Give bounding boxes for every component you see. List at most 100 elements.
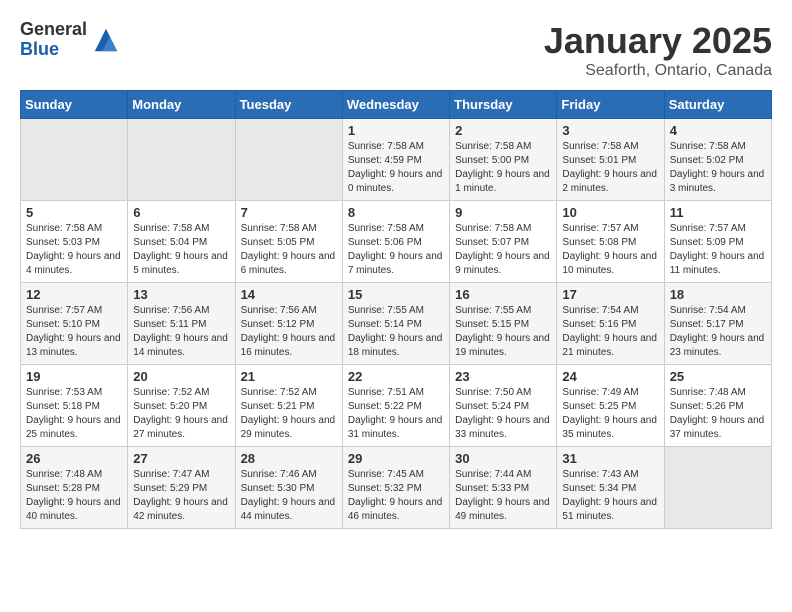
calendar-table: SundayMondayTuesdayWednesdayThursdayFrid… — [20, 90, 772, 529]
calendar-day: 8Sunrise: 7:58 AMSunset: 5:06 PMDaylight… — [342, 201, 449, 283]
calendar-subtitle: Seaforth, Ontario, Canada — [544, 62, 772, 80]
header-day: Thursday — [450, 91, 557, 119]
calendar-day: 13 Sunrise: 7:56 AMSunset: 5:11 PMDayligh… — [128, 283, 235, 365]
day-number: 2 — [455, 123, 551, 138]
day-number: 21 — [241, 369, 337, 384]
day-number: 13 — [133, 287, 229, 302]
calendar-day: 14 Sunrise: 7:56 AMSunset: 5:12 PMDayligh… — [235, 283, 342, 365]
calendar-day: 1 Sunrise: 7:58 AMSunset: 4:59 PMDaylight… — [342, 119, 449, 201]
calendar-day: 5Sunrise: 7:58 AMSunset: 5:03 PMDaylight… — [21, 201, 128, 283]
day-info: Sunrise: 7:57 AMSunset: 5:08 PMDaylight:… — [562, 222, 658, 278]
calendar-day: 11 Sunrise: 7:57 AMSunset: 5:09 PMDayligh… — [664, 201, 771, 283]
day-info: Sunrise: 7:58 AMSunset: 5:02 PMDaylight:… — [670, 140, 766, 196]
calendar-day: 15 Sunrise: 7:55 AMSunset: 5:14 PMDayligh… — [342, 283, 449, 365]
day-number: 23 — [455, 369, 551, 384]
calendar-day: 6 Sunrise: 7:58 AMSunset: 5:04 PMDaylight… — [128, 201, 235, 283]
day-number: 9 — [455, 205, 551, 220]
day-info: Sunrise: 7:53 AMSunset: 5:18 PMDaylight:… — [26, 386, 122, 442]
day-number: 29 — [348, 451, 444, 466]
day-info: Sunrise: 7:48 AMSunset: 5:26 PMDaylight:… — [670, 386, 766, 442]
day-info: Sunrise: 7:56 AMSunset: 5:11 PMDaylight:… — [133, 304, 229, 360]
calendar-day: 17 Sunrise: 7:54 AMSunset: 5:16 PMDayligh… — [557, 283, 664, 365]
calendar-day: 9Sunrise: 7:58 AMSunset: 5:07 PMDaylight… — [450, 201, 557, 283]
day-number: 4 — [670, 123, 766, 138]
day-number: 6 — [133, 205, 229, 220]
header-day: Saturday — [664, 91, 771, 119]
day-info: Sunrise: 7:52 AMSunset: 5:20 PMDaylight:… — [133, 386, 229, 442]
day-number: 20 — [133, 369, 229, 384]
calendar-day: 29 Sunrise: 7:45 AMSunset: 5:32 PMDayligh… — [342, 447, 449, 529]
calendar-day: 22Sunrise: 7:51 AMSunset: 5:22 PMDayligh… — [342, 365, 449, 447]
day-number: 28 — [241, 451, 337, 466]
day-number: 11 — [670, 205, 766, 220]
day-info: Sunrise: 7:50 AMSunset: 5:24 PMDaylight:… — [455, 386, 551, 442]
calendar-day: 10Sunrise: 7:57 AMSunset: 5:08 PMDayligh… — [557, 201, 664, 283]
calendar-body: 1 Sunrise: 7:58 AMSunset: 4:59 PMDaylight… — [21, 119, 772, 529]
calendar-day: 3 Sunrise: 7:58 AMSunset: 5:01 PMDaylight… — [557, 119, 664, 201]
header-day: Sunday — [21, 91, 128, 119]
day-number: 3 — [562, 123, 658, 138]
day-number: 18 — [670, 287, 766, 302]
day-number: 30 — [455, 451, 551, 466]
calendar-day: 7 Sunrise: 7:58 AMSunset: 5:05 PMDaylight… — [235, 201, 342, 283]
day-info: Sunrise: 7:57 AMSunset: 5:10 PMDaylight:… — [26, 304, 122, 360]
calendar-week: 12 Sunrise: 7:57 AMSunset: 5:10 PMDayligh… — [21, 283, 772, 365]
calendar-day — [21, 119, 128, 201]
calendar-week: 19 Sunrise: 7:53 AMSunset: 5:18 PMDayligh… — [21, 365, 772, 447]
calendar-day: 25 Sunrise: 7:48 AMSunset: 5:26 PMDayligh… — [664, 365, 771, 447]
day-number: 25 — [670, 369, 766, 384]
day-info: Sunrise: 7:58 AMSunset: 4:59 PMDaylight:… — [348, 140, 444, 196]
day-info: Sunrise: 7:46 AMSunset: 5:30 PMDaylight:… — [241, 468, 337, 524]
day-number: 24 — [562, 369, 658, 384]
day-info: Sunrise: 7:58 AMSunset: 5:01 PMDaylight:… — [562, 140, 658, 196]
logo-blue: Blue — [20, 40, 87, 60]
day-info: Sunrise: 7:45 AMSunset: 5:32 PMDaylight:… — [348, 468, 444, 524]
calendar-week: 1 Sunrise: 7:58 AMSunset: 4:59 PMDaylight… — [21, 119, 772, 201]
day-info: Sunrise: 7:54 AMSunset: 5:16 PMDaylight:… — [562, 304, 658, 360]
calendar-day — [128, 119, 235, 201]
day-number: 7 — [241, 205, 337, 220]
day-number: 26 — [26, 451, 122, 466]
day-info: Sunrise: 7:52 AMSunset: 5:21 PMDaylight:… — [241, 386, 337, 442]
header-day: Wednesday — [342, 91, 449, 119]
calendar-day: 26 Sunrise: 7:48 AMSunset: 5:28 PMDayligh… — [21, 447, 128, 529]
day-info: Sunrise: 7:58 AMSunset: 5:05 PMDaylight:… — [241, 222, 337, 278]
day-number: 8 — [348, 205, 444, 220]
day-number: 19 — [26, 369, 122, 384]
day-number: 22 — [348, 369, 444, 384]
day-number: 14 — [241, 287, 337, 302]
day-number: 12 — [26, 287, 122, 302]
day-info: Sunrise: 7:58 AMSunset: 5:04 PMDaylight:… — [133, 222, 229, 278]
day-number: 27 — [133, 451, 229, 466]
logo-general: General — [20, 20, 87, 40]
calendar-day: 27Sunrise: 7:47 AMSunset: 5:29 PMDayligh… — [128, 447, 235, 529]
calendar-day: 19 Sunrise: 7:53 AMSunset: 5:18 PMDayligh… — [21, 365, 128, 447]
day-number: 17 — [562, 287, 658, 302]
header-row: SundayMondayTuesdayWednesdayThursdayFrid… — [21, 91, 772, 119]
calendar-day — [664, 447, 771, 529]
calendar-day: 16Sunrise: 7:55 AMSunset: 5:15 PMDayligh… — [450, 283, 557, 365]
day-info: Sunrise: 7:57 AMSunset: 5:09 PMDaylight:… — [670, 222, 766, 278]
calendar-day: 21 Sunrise: 7:52 AMSunset: 5:21 PMDayligh… — [235, 365, 342, 447]
calendar-day: 4 Sunrise: 7:58 AMSunset: 5:02 PMDaylight… — [664, 119, 771, 201]
logo-icon — [91, 25, 121, 55]
header-day: Monday — [128, 91, 235, 119]
title-area: January 2025 Seaforth, Ontario, Canada — [544, 20, 772, 80]
day-number: 1 — [348, 123, 444, 138]
calendar-day: 20 Sunrise: 7:52 AMSunset: 5:20 PMDayligh… — [128, 365, 235, 447]
calendar-day: 30Sunrise: 7:44 AMSunset: 5:33 PMDayligh… — [450, 447, 557, 529]
logo-text: General Blue — [20, 20, 87, 60]
calendar-day — [235, 119, 342, 201]
day-info: Sunrise: 7:55 AMSunset: 5:15 PMDaylight:… — [455, 304, 551, 360]
calendar-day: 12 Sunrise: 7:57 AMSunset: 5:10 PMDayligh… — [21, 283, 128, 365]
calendar-header: SundayMondayTuesdayWednesdayThursdayFrid… — [21, 91, 772, 119]
day-number: 31 — [562, 451, 658, 466]
day-info: Sunrise: 7:56 AMSunset: 5:12 PMDaylight:… — [241, 304, 337, 360]
day-number: 15 — [348, 287, 444, 302]
calendar-day: 2Sunrise: 7:58 AMSunset: 5:00 PMDaylight… — [450, 119, 557, 201]
day-info: Sunrise: 7:48 AMSunset: 5:28 PMDaylight:… — [26, 468, 122, 524]
calendar-title: January 2025 — [544, 20, 772, 62]
day-info: Sunrise: 7:54 AMSunset: 5:17 PMDaylight:… — [670, 304, 766, 360]
day-info: Sunrise: 7:55 AMSunset: 5:14 PMDaylight:… — [348, 304, 444, 360]
day-info: Sunrise: 7:49 AMSunset: 5:25 PMDaylight:… — [562, 386, 658, 442]
